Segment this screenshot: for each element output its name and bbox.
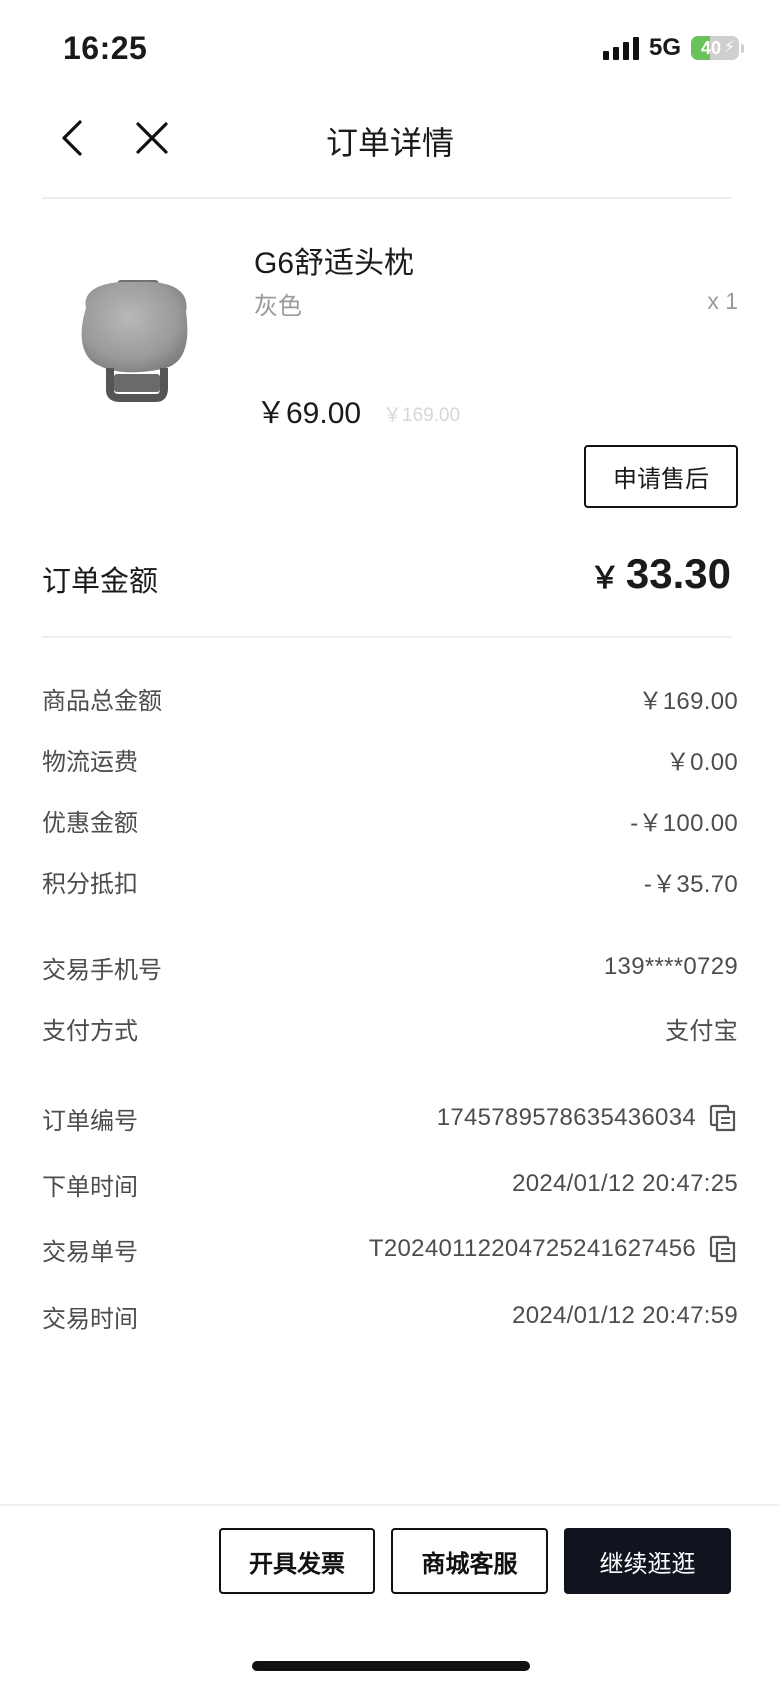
- product-image[interactable]: [62, 250, 212, 420]
- transaction-time-row: 交易时间 2024/01/12 20:47:59: [42, 1296, 738, 1336]
- order-info-label: 交易时间: [42, 1305, 138, 1333]
- apply-after-sale-button[interactable]: 申请售后: [584, 445, 738, 508]
- order-info-label: 交易单号: [42, 1238, 138, 1266]
- order-number-value: 1745789578635436034: [437, 1103, 738, 1133]
- status-time: 16:25: [63, 30, 148, 66]
- transaction-number-text: T20240112204725241627456: [368, 1235, 696, 1262]
- order-number-text: 1745789578635436034: [436, 1104, 696, 1131]
- summary-row: 物流运费 ￥0.00: [42, 739, 738, 779]
- headrest-icon: [81, 280, 188, 402]
- network-type: 5G: [648, 34, 681, 61]
- summary-value: ￥169.00: [638, 687, 738, 715]
- bottom-bar-divider: [0, 1504, 780, 1506]
- product-variant: 灰色: [254, 293, 302, 320]
- order-number-row: 订单编号 1745789578635436034: [42, 1098, 738, 1138]
- product-price: ￥69.00: [256, 397, 362, 430]
- transaction-number-row: 交易单号 T20240112204725241627456: [42, 1229, 738, 1269]
- order-info-label: 下单时间: [42, 1173, 138, 1201]
- order-time-row: 下单时间 2024/01/12 20:47:25: [42, 1164, 738, 1204]
- summary-row: 商品总金额 ￥169.00: [42, 678, 738, 718]
- summary-value: ￥0.00: [665, 748, 738, 776]
- payment-label: 支付方式: [42, 1017, 138, 1045]
- summary-row: 积分抵扣 -￥35.70: [42, 861, 738, 901]
- payment-value: 139****0729: [603, 953, 738, 980]
- summary-label: 优惠金额: [42, 809, 138, 837]
- copy-icon[interactable]: [708, 1103, 738, 1133]
- invoice-button[interactable]: 开具发票: [219, 1528, 375, 1594]
- order-amount-label: 订单金额: [42, 566, 159, 598]
- copy-icon[interactable]: [708, 1234, 738, 1264]
- status-indicators: 5G 40 ⚡: [602, 34, 744, 62]
- summary-value: -￥35.70: [643, 870, 738, 898]
- summary-row: 优惠金额 -￥100.00: [42, 800, 738, 840]
- battery-icon: 40 ⚡: [691, 36, 739, 60]
- header-divider: [42, 197, 732, 199]
- payment-row: 交易手机号 139****0729: [42, 947, 738, 987]
- customer-service-button[interactable]: 商城客服: [391, 1528, 548, 1594]
- summary-label: 物流运费: [42, 748, 138, 776]
- battery-tip: [741, 43, 744, 53]
- product-name: G6舒适头枕: [254, 247, 415, 280]
- payment-row: 支付方式 支付宝: [42, 1008, 738, 1048]
- charging-icon: ⚡: [723, 39, 735, 56]
- continue-shopping-button[interactable]: 继续逛逛: [564, 1528, 731, 1594]
- currency-symbol: ￥: [589, 562, 620, 595]
- payment-label: 交易手机号: [42, 956, 162, 984]
- product-original-price: ￥169.00: [383, 405, 461, 426]
- signal-icon: [602, 36, 639, 60]
- summary-label: 积分抵扣: [42, 870, 138, 898]
- order-amount-value: 33.30: [625, 550, 731, 597]
- payment-value: 支付宝: [665, 1017, 738, 1045]
- product-quantity: x 1: [707, 288, 738, 314]
- amount-divider: [42, 636, 732, 638]
- order-amount: ￥ 33.30: [590, 550, 731, 598]
- home-indicator: [252, 1661, 530, 1671]
- order-info-label: 订单编号: [42, 1107, 138, 1135]
- summary-label: 商品总金额: [42, 687, 162, 715]
- transaction-number-value: T20240112204725241627456: [369, 1234, 738, 1264]
- order-info-value: 2024/01/12 20:47:59: [512, 1302, 738, 1329]
- summary-value: -￥100.00: [630, 809, 738, 837]
- page-title: 订单详情: [325, 125, 454, 161]
- order-info-value: 2024/01/12 20:47:25: [512, 1170, 738, 1197]
